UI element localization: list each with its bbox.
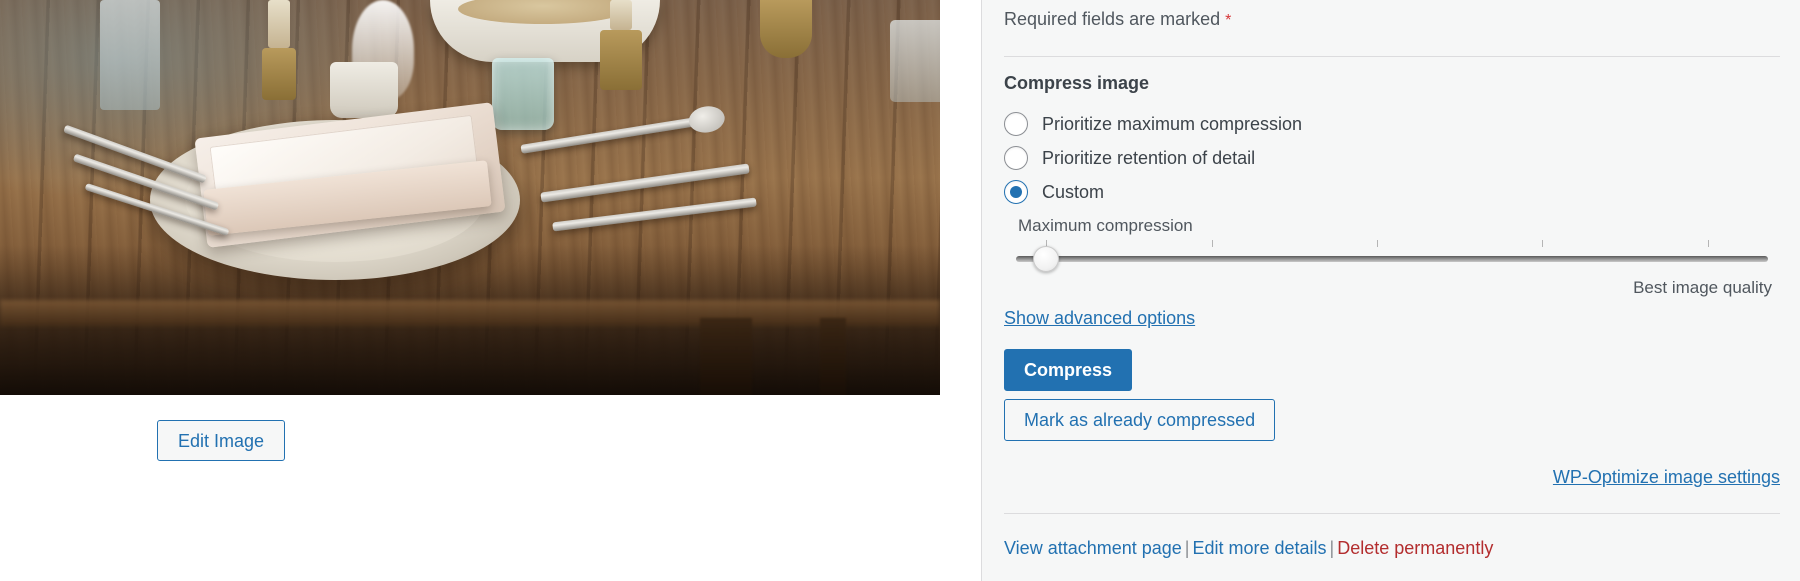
slider-min-label: Maximum compression	[1018, 216, 1193, 235]
slider-max-label: Best image quality	[1633, 278, 1772, 297]
photo-candlestick-right	[600, 30, 642, 90]
attachment-thumbnail	[0, 0, 940, 395]
compression-slider[interactable]	[1016, 240, 1768, 272]
divider-top	[1004, 56, 1780, 57]
show-advanced-options-link[interactable]: Show advanced options	[1004, 308, 1195, 329]
compress-image-heading: Compress image	[1004, 73, 1150, 93]
radio-option-prioritize-maximum-compression[interactable]: Prioritize maximum compression	[1004, 112, 1302, 136]
wp-optimize-image-settings-link[interactable]: WP-Optimize image settings	[1553, 467, 1780, 488]
photo-water-glass	[492, 58, 554, 130]
slider-tick	[1707, 240, 1709, 247]
photo-glass-left	[100, 0, 160, 110]
attachment-preview-column: Edit Image	[0, 0, 982, 581]
radio-icon[interactable]	[1004, 112, 1028, 136]
required-fields-text: Required fields are marked	[1004, 9, 1221, 29]
edit-image-button[interactable]: Edit Image	[157, 420, 286, 461]
edit-more-details-link[interactable]: Edit more details	[1192, 538, 1326, 558]
slider-tick	[1211, 240, 1213, 247]
radio-label: Prioritize retention of detail	[1042, 147, 1256, 168]
view-attachment-page-link[interactable]: View attachment page	[1004, 538, 1182, 558]
delete-permanently-link[interactable]: Delete permanently	[1337, 538, 1493, 558]
compress-button[interactable]: Compress	[1004, 349, 1133, 391]
photo-brass-vessel	[760, 0, 812, 58]
radio-selected-icon[interactable]	[1004, 180, 1028, 204]
divider-bottom	[1004, 513, 1780, 514]
photo-candlestick-left	[262, 48, 296, 100]
required-fields-note: Required fields are marked *	[1004, 9, 1231, 30]
photo-vase	[330, 62, 398, 118]
slider-thumb[interactable]	[1033, 246, 1060, 272]
photo-glass-far-right	[890, 20, 940, 102]
slider-track[interactable]	[1016, 256, 1768, 262]
attachment-action-links: View attachment page | Edit more details | D…	[1004, 538, 1493, 559]
link-separator: |	[1184, 538, 1190, 558]
radio-icon[interactable]	[1004, 146, 1028, 170]
photo-table-leg	[700, 318, 752, 395]
photo-candle-right	[610, 0, 632, 30]
link-separator: |	[1329, 538, 1335, 558]
photo-candle-left	[268, 0, 290, 48]
mark-as-already-compressed-button[interactable]: Mark as already compressed	[1004, 399, 1276, 441]
radio-label: Custom	[1042, 181, 1105, 202]
radio-label: Prioritize maximum compression	[1042, 113, 1303, 134]
slider-tick	[1376, 240, 1378, 247]
required-asterisk-icon: *	[1225, 12, 1232, 29]
photo-table-leg	[820, 318, 846, 395]
radio-option-custom[interactable]: Custom	[1004, 180, 1104, 204]
radio-option-prioritize-retention-of-detail[interactable]: Prioritize retention of detail	[1004, 146, 1255, 170]
attachment-details-panel: Required fields are marked * Compress im…	[982, 0, 1800, 581]
media-attachment-details-screen: Edit Image Required fields are marked * …	[0, 0, 1800, 581]
slider-tick	[1542, 240, 1544, 247]
photo-table-edge	[0, 300, 940, 326]
